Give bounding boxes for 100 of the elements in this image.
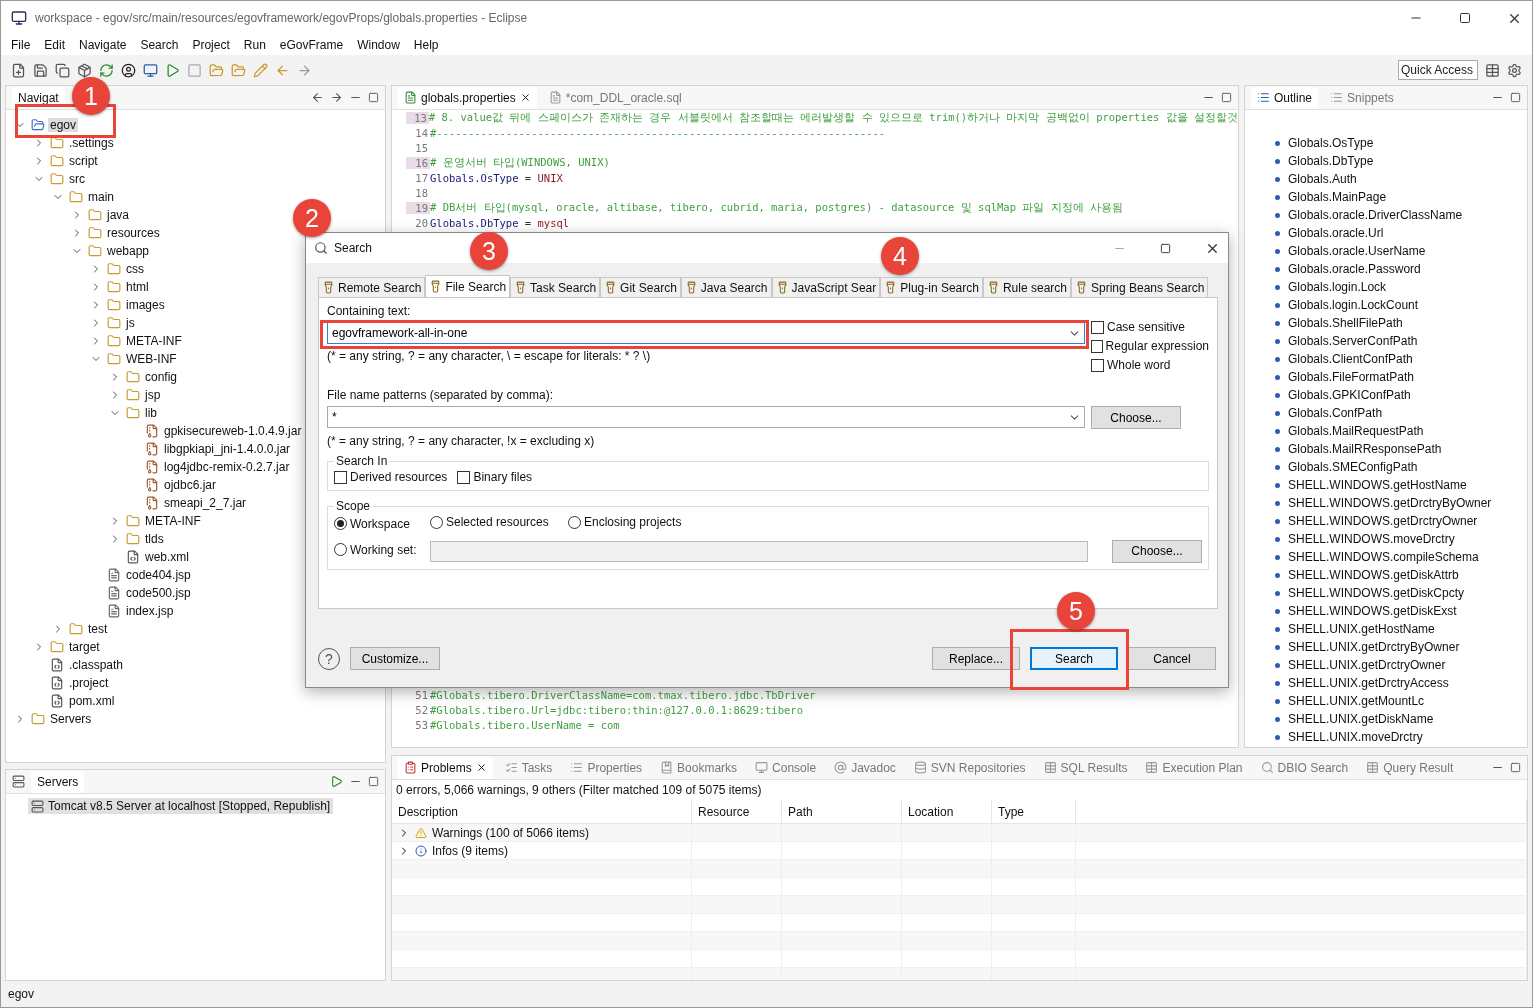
tree-item[interactable]: WEB-INF: [124, 352, 179, 366]
dialog-tab[interactable]: Git Search: [600, 277, 681, 297]
checkbox[interactable]: Binary files: [457, 470, 533, 484]
menu-item[interactable]: File: [11, 38, 31, 52]
outline-item[interactable]: Globals.MainPage: [1288, 190, 1387, 204]
tree-item[interactable]: tlds: [143, 532, 166, 546]
outline-item[interactable]: Globals.MailRequestPath: [1288, 424, 1424, 438]
outline-item[interactable]: Globals.ClientConfPath: [1288, 352, 1413, 366]
tree-item[interactable]: main: [86, 190, 116, 204]
tree-item[interactable]: html: [124, 280, 151, 294]
radio-button[interactable]: Working set:: [334, 542, 417, 557]
tree-item[interactable]: images: [124, 298, 167, 312]
panel-tab[interactable]: Javadoc: [828, 756, 902, 779]
run-icon[interactable]: [165, 62, 180, 78]
outline-item[interactable]: Globals.FileFormatPath: [1288, 370, 1415, 384]
package-icon[interactable]: [77, 62, 92, 78]
tree-item[interactable]: script: [67, 154, 100, 168]
tree-item[interactable]: smeapi_2_7.jar: [162, 496, 249, 510]
dialog-tab[interactable]: Task Search: [510, 277, 601, 297]
tree-item[interactable]: egov: [48, 118, 79, 132]
menu-item[interactable]: eGovFrame: [279, 38, 344, 52]
close-icon[interactable]: [475, 762, 487, 773]
outline-item[interactable]: SHELL.WINDOWS.moveDrctry: [1288, 532, 1455, 546]
tree-item[interactable]: resources: [105, 226, 162, 240]
panel-tab[interactable]: Snippets: [1324, 86, 1400, 109]
quick-access-field[interactable]: Quick Access: [1398, 60, 1478, 80]
editor-tab[interactable]: globals.properties: [398, 86, 537, 109]
outline-item[interactable]: Globals.ServerConfPath: [1288, 334, 1418, 348]
file-pattern-field[interactable]: *: [327, 406, 1085, 428]
outline-item[interactable]: SHELL.UNIX.getDrctryAccess: [1288, 676, 1449, 690]
checkbox[interactable]: Regular expression: [1091, 339, 1209, 353]
panel-tab[interactable]: Problems: [398, 756, 493, 779]
tree-item[interactable]: lib: [143, 406, 159, 420]
outline-item[interactable]: Globals.MailRResponsePath: [1288, 442, 1442, 456]
tree-item[interactable]: log4jdbc-remix-0.2.7.jar: [162, 460, 292, 474]
user-icon[interactable]: [121, 62, 136, 78]
perspective-icon[interactable]: [1485, 62, 1500, 78]
tree-item[interactable]: jsp: [143, 388, 163, 402]
outline-item[interactable]: SHELL.UNIX.getDrctryOwner: [1288, 658, 1446, 672]
radio-button[interactable]: Enclosing projects: [568, 515, 682, 529]
panel-tab[interactable]: SQL Results: [1037, 756, 1134, 779]
dialog-tab[interactable]: Spring Beans Search: [1070, 277, 1209, 297]
menu-item[interactable]: Edit: [44, 38, 66, 52]
radio-button[interactable]: Workspace: [334, 516, 410, 531]
tree-item[interactable]: config: [143, 370, 180, 384]
refresh-icon[interactable]: [99, 62, 114, 78]
save-icon[interactable]: [33, 62, 48, 78]
tree-item[interactable]: src: [67, 172, 87, 186]
tree-item[interactable]: pom.xml: [67, 694, 117, 708]
server-row[interactable]: Tomcat v8.5 Server at localhost [Stopped, Republish]: [28, 798, 334, 814]
menu-item[interactable]: Help: [413, 38, 439, 52]
folder-icon[interactable]: [231, 62, 246, 78]
folder-icon[interactable]: [209, 62, 224, 78]
tree-item[interactable]: target: [67, 640, 102, 654]
tree-item[interactable]: css: [124, 262, 146, 276]
outline-item[interactable]: Globals.oracle.Url: [1288, 226, 1384, 240]
tree-item[interactable]: .project: [67, 676, 111, 690]
dialog-tab[interactable]: File Search: [425, 275, 511, 297]
choose-button[interactable]: Choose...: [1112, 539, 1202, 563]
panel-tab[interactable]: Execution Plan: [1139, 756, 1249, 779]
checkbox[interactable]: Whole word: [1091, 358, 1209, 372]
pencil-icon[interactable]: [253, 62, 268, 78]
outline-item[interactable]: SHELL.WINDOWS.compileSchema: [1288, 550, 1479, 564]
outline-item[interactable]: Globals.login.LockCount: [1288, 298, 1419, 312]
tree-item[interactable]: META-INF: [143, 514, 203, 528]
dialog-button[interactable]: Replace...: [932, 647, 1020, 670]
perspective-icon[interactable]: [1507, 62, 1522, 78]
customize-button[interactable]: Customize...: [350, 647, 440, 670]
dialog-button[interactable]: Cancel: [1128, 647, 1216, 670]
dialog-tab[interactable]: Remote Search: [318, 277, 426, 297]
outline-item[interactable]: Globals.oracle.UserName: [1288, 244, 1426, 258]
forward-icon[interactable]: [330, 91, 343, 104]
problem-group[interactable]: Infos (9 items): [432, 843, 509, 858]
menu-item[interactable]: Search: [140, 38, 179, 52]
outline-item[interactable]: SHELL.WINDOWS.getDiskCpcty: [1288, 586, 1465, 600]
radio-button[interactable]: Selected resources: [430, 515, 549, 529]
panel-tab[interactable]: Query Result: [1360, 756, 1460, 779]
panel-tab[interactable]: Tasks: [498, 756, 559, 779]
tree-item[interactable]: Servers: [48, 712, 94, 726]
outline-item[interactable]: Globals.DbType: [1288, 154, 1374, 168]
menu-item[interactable]: Run: [243, 38, 266, 52]
dialog-tab[interactable]: Java Search: [680, 277, 772, 297]
dialog-tab[interactable]: Plug-in Search: [880, 277, 983, 297]
outline-item[interactable]: SHELL.WINDOWS.getDrctryOwner: [1288, 514, 1478, 528]
outline-item[interactable]: Globals.SMEConfigPath: [1288, 460, 1418, 474]
tree-item[interactable]: gpkisecureweb-1.0.4.9.jar: [162, 424, 304, 438]
outline-item[interactable]: Globals.OsType: [1288, 136, 1374, 150]
panel-tab[interactable]: Servers: [31, 770, 85, 793]
tree-item[interactable]: web.xml: [143, 550, 191, 564]
monitor-icon[interactable]: [143, 62, 158, 78]
checkbox[interactable]: Derived resources: [334, 470, 448, 484]
outline-item[interactable]: SHELL.WINDOWS.getDrctryByOwner: [1288, 496, 1492, 510]
outline-item[interactable]: Globals.GPKIConfPath: [1288, 388, 1411, 402]
dialog-tab[interactable]: Rule search: [982, 277, 1071, 297]
panel-tab[interactable]: Outline: [1251, 86, 1319, 109]
outline-item[interactable]: Globals.oracle.Password: [1288, 262, 1421, 276]
editor-tab[interactable]: *com_DDL_oracle.sql: [542, 86, 688, 109]
maximize-icon[interactable]: [1459, 12, 1471, 24]
run-icon[interactable]: [330, 775, 343, 788]
tree-item[interactable]: code500.jsp: [124, 586, 193, 600]
